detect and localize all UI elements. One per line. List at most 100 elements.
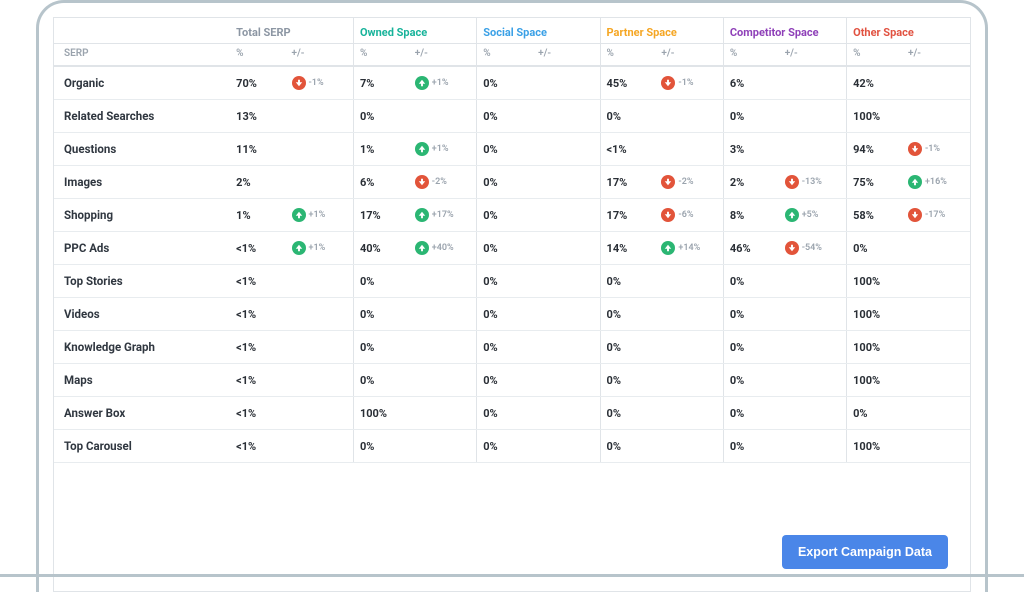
cell-pct: 6%	[353, 166, 408, 199]
cell-delta	[286, 133, 354, 166]
cell-pct: 0%	[600, 364, 655, 397]
export-button[interactable]: Export Campaign Data	[782, 535, 948, 569]
table-row: Shopping1%+1%17%+17%0%17%-6%8%+5%58%-17%	[54, 199, 970, 232]
table-row: Videos<1%0%0%0%0%100%	[54, 298, 970, 331]
table-row: Answer Box<1%100%0%0%0%0%	[54, 397, 970, 430]
cell-pct: 0%	[723, 430, 778, 463]
row-label: PPC Ads	[54, 232, 230, 265]
cell-delta	[532, 166, 600, 199]
cell-pct: 0%	[353, 331, 408, 364]
arrow-down-icon	[292, 76, 306, 90]
cell-pct: 0%	[477, 430, 532, 463]
cell-delta	[902, 331, 970, 364]
cell-delta	[779, 397, 847, 430]
cell-delta	[409, 100, 477, 133]
cell-pct: 0%	[600, 265, 655, 298]
cell-delta	[532, 397, 600, 430]
cell-pct: 0%	[600, 430, 655, 463]
cell-pct: 75%	[847, 166, 902, 199]
cell-delta	[532, 199, 600, 232]
cell-delta: +1%	[286, 232, 354, 265]
cell-pct: 40%	[353, 232, 408, 265]
cell-pct: 14%	[600, 232, 655, 265]
cell-delta	[532, 364, 600, 397]
column-header-owned: Owned Space	[353, 18, 476, 44]
arrow-up-icon	[415, 241, 429, 255]
cell-delta	[902, 364, 970, 397]
table-row: Related Searches13%0%0%0%0%100%	[54, 100, 970, 133]
cell-delta	[532, 100, 600, 133]
column-header-competitor: Competitor Space	[723, 18, 846, 44]
cell-pct: 0%	[723, 364, 778, 397]
cell-pct: 0%	[353, 265, 408, 298]
row-label: Organic	[54, 66, 230, 100]
cell-delta: +1%	[286, 199, 354, 232]
cell-delta	[655, 133, 723, 166]
cell-pct: 0%	[723, 265, 778, 298]
arrow-down-icon	[908, 142, 922, 156]
table-row: Knowledge Graph<1%0%0%0%0%100%	[54, 331, 970, 364]
arrow-down-icon	[908, 208, 922, 222]
table-body: Organic70%-1%7%+1%0%45%-1%6%42%Related S…	[54, 66, 970, 463]
row-label: Answer Box	[54, 397, 230, 430]
cell-delta: +16%	[902, 166, 970, 199]
cell-delta	[779, 331, 847, 364]
cell-pct: 100%	[847, 331, 902, 364]
cell-pct: 0%	[600, 100, 655, 133]
cell-pct: 0%	[477, 100, 532, 133]
cell-pct: 0%	[477, 397, 532, 430]
cell-pct: 58%	[847, 199, 902, 232]
cell-pct: 0%	[600, 331, 655, 364]
cell-pct: 0%	[600, 298, 655, 331]
cell-delta	[532, 331, 600, 364]
cell-delta	[532, 133, 600, 166]
table-row: Top Stories<1%0%0%0%0%100%	[54, 265, 970, 298]
cell-pct: 0%	[477, 66, 532, 100]
cell-pct: 100%	[847, 430, 902, 463]
table-row: Maps<1%0%0%0%0%100%	[54, 364, 970, 397]
cell-pct: 2%	[723, 166, 778, 199]
arrow-down-icon	[661, 208, 675, 222]
arrow-up-icon	[292, 208, 306, 222]
cell-pct: 17%	[353, 199, 408, 232]
cell-pct: 11%	[230, 133, 285, 166]
arrow-up-icon	[415, 208, 429, 222]
cell-delta	[409, 430, 477, 463]
cell-pct: <1%	[230, 265, 285, 298]
cell-delta	[286, 364, 354, 397]
cell-delta: -1%	[902, 133, 970, 166]
cell-delta: -1%	[655, 66, 723, 100]
cell-delta: -17%	[902, 199, 970, 232]
row-label: Images	[54, 166, 230, 199]
cell-pct: <1%	[230, 298, 285, 331]
cell-pct: <1%	[230, 232, 285, 265]
cell-pct: 0%	[477, 199, 532, 232]
cell-delta: +40%	[409, 232, 477, 265]
cell-pct: 0%	[353, 100, 408, 133]
cell-delta: -13%	[779, 166, 847, 199]
table-row: Questions11%1%+1%0%<1%3%94%-1%	[54, 133, 970, 166]
arrow-up-icon	[292, 241, 306, 255]
row-label: Questions	[54, 133, 230, 166]
cell-delta	[655, 397, 723, 430]
cell-pct: <1%	[230, 364, 285, 397]
cell-pct: 0%	[477, 232, 532, 265]
cell-pct: 0%	[477, 133, 532, 166]
table-row: Top Carousel<1%0%0%0%0%100%	[54, 430, 970, 463]
cell-delta: +14%	[655, 232, 723, 265]
cell-delta	[286, 265, 354, 298]
cell-pct: 0%	[723, 397, 778, 430]
cell-pct: 17%	[600, 166, 655, 199]
cell-delta	[286, 397, 354, 430]
arrow-down-icon	[415, 175, 429, 189]
arrow-down-icon	[785, 241, 799, 255]
cell-pct: 0%	[477, 166, 532, 199]
subheader-serp: SERP	[54, 44, 230, 67]
cell-pct: 94%	[847, 133, 902, 166]
cell-delta	[532, 430, 600, 463]
cell-delta	[532, 232, 600, 265]
cell-pct: 0%	[723, 100, 778, 133]
cell-delta	[409, 265, 477, 298]
cell-delta	[902, 397, 970, 430]
table-row: Organic70%-1%7%+1%0%45%-1%6%42%	[54, 66, 970, 100]
